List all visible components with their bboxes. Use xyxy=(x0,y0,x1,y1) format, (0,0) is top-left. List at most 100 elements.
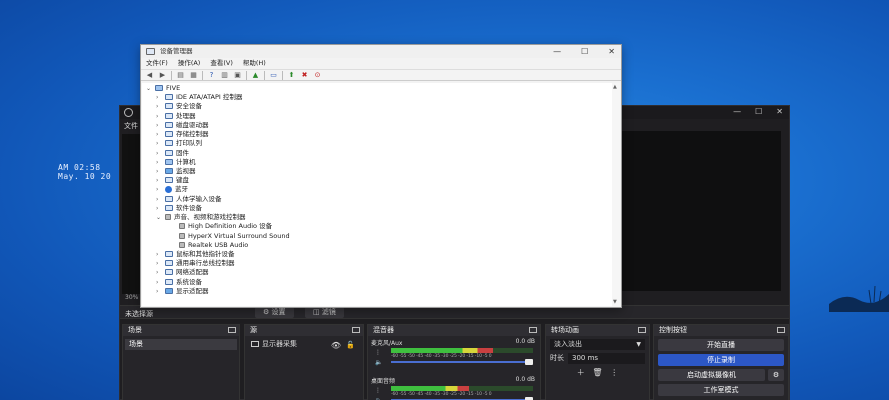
tree-node[interactable]: › 系统设备 xyxy=(156,278,202,287)
tree-node[interactable]: › 蓝牙 xyxy=(156,185,188,194)
help-icon[interactable]: ? xyxy=(207,71,216,80)
tree-node[interactable]: › 存储控制器 xyxy=(156,130,209,139)
tree-root[interactable]: ⌄ FIVE xyxy=(146,84,180,93)
chevron-right-icon[interactable]: › xyxy=(156,250,165,259)
scenes-dock: 场景 场景 xyxy=(122,324,240,400)
gear-icon[interactable]: ⚙ xyxy=(768,369,784,381)
stop-recording-button[interactable]: 停止录制 xyxy=(658,354,784,366)
kebab-menu-icon[interactable]: ⋮ xyxy=(375,387,381,394)
eye-icon[interactable]: 👁 xyxy=(331,340,341,351)
menu-action[interactable]: 操作(A) xyxy=(178,58,201,69)
tree-node[interactable]: › 鼠标和其他指针设备 xyxy=(156,250,235,259)
add-icon[interactable]: ＋ xyxy=(577,368,585,377)
chevron-right-icon[interactable]: › xyxy=(156,185,165,194)
tree-node[interactable]: › 通用串行总线控制器 xyxy=(156,259,235,268)
undock-icon[interactable] xyxy=(352,327,360,333)
tree-node[interactable]: ⌄ 声音、视频和游戏控制器 xyxy=(156,213,246,222)
update-driver-icon[interactable]: ▲ xyxy=(251,71,260,80)
chevron-right-icon[interactable]: › xyxy=(156,130,165,139)
menu-view[interactable]: 查看(V) xyxy=(210,58,233,69)
close-icon[interactable]: ✕ xyxy=(608,45,615,58)
chevron-right-icon[interactable]: › xyxy=(156,204,165,213)
obs-menu-file[interactable]: 文件 xyxy=(124,121,138,131)
tree-view-icon[interactable]: ▤ xyxy=(176,71,185,80)
tree-node[interactable]: High Definition Audio 设备 xyxy=(170,222,272,231)
tree-node[interactable]: › 打印队列 xyxy=(156,139,202,148)
scroll-up-icon[interactable]: ▲ xyxy=(613,84,617,90)
chevron-right-icon[interactable]: › xyxy=(156,149,165,158)
chevron-down-icon[interactable]: ⌄ xyxy=(146,84,155,93)
tree-node[interactable]: › 软件设备 xyxy=(156,204,202,213)
filters-button[interactable]: ◫ 滤镜 xyxy=(305,307,344,318)
start-virtual-camera-button[interactable]: 启动虚拟摄像机 xyxy=(658,369,765,381)
delete-icon[interactable]: 🗑 xyxy=(592,368,602,377)
chevron-right-icon[interactable]: › xyxy=(156,268,165,277)
volume-icon[interactable]: 🔈 xyxy=(375,359,382,366)
tree-node[interactable]: › 磁盘驱动器 xyxy=(156,121,209,130)
undock-icon[interactable] xyxy=(228,327,236,333)
mixer-channel-db: 0.0 dB xyxy=(515,338,535,345)
kebab-menu-icon[interactable]: ⋮ xyxy=(375,349,381,356)
undock-icon[interactable] xyxy=(529,327,537,333)
properties-icon[interactable]: ▦ xyxy=(189,71,198,80)
chevron-right-icon[interactable]: › xyxy=(156,102,165,111)
chevron-right-icon[interactable]: › xyxy=(156,167,165,176)
undock-icon[interactable] xyxy=(777,327,785,333)
chevron-right-icon[interactable]: › xyxy=(156,93,165,102)
forward-icon[interactable]: ▶ xyxy=(158,71,167,80)
maximize-icon[interactable]: ☐ xyxy=(581,45,588,58)
add-legacy-hardware-icon[interactable]: ⬆ xyxy=(287,71,296,80)
chevron-right-icon[interactable]: › xyxy=(156,278,165,287)
menu-help[interactable]: 帮助(H) xyxy=(243,58,266,69)
vertical-scrollbar[interactable]: ▲ ▼ xyxy=(612,83,620,306)
chevron-right-icon[interactable]: › xyxy=(156,139,165,148)
kebab-menu-icon[interactable]: ⋮ xyxy=(610,368,618,377)
chevron-right-icon[interactable]: › xyxy=(156,112,165,121)
close-icon[interactable]: ✕ xyxy=(776,107,783,116)
scene-item[interactable]: 场景 xyxy=(125,339,237,350)
minimize-icon[interactable]: — xyxy=(553,45,561,58)
tree-node[interactable]: › 人体学输入设备 xyxy=(156,195,222,204)
tree-node[interactable]: › 安全设备 xyxy=(156,102,202,111)
preview-canvas[interactable] xyxy=(621,131,781,291)
chevron-right-icon[interactable]: › xyxy=(156,121,165,130)
studio-mode-button[interactable]: 工作室模式 xyxy=(658,384,784,396)
maximize-icon[interactable]: ☐ xyxy=(755,107,762,116)
scan-hardware-icon[interactable]: ▭ xyxy=(269,71,278,80)
chevron-right-icon[interactable]: › xyxy=(156,195,165,204)
chevron-right-icon[interactable]: › xyxy=(156,287,165,296)
window-controls: — ☐ ✕ xyxy=(553,45,615,58)
tree-node[interactable]: › 显示适配器 xyxy=(156,287,209,296)
back-icon[interactable]: ◀ xyxy=(145,71,154,80)
disable-icon[interactable]: ⊙ xyxy=(313,71,322,80)
chevron-right-icon[interactable]: › xyxy=(156,176,165,185)
uninstall-icon[interactable]: ✖ xyxy=(300,71,309,80)
minimize-icon[interactable]: — xyxy=(733,107,741,116)
scroll-down-icon[interactable]: ▼ xyxy=(613,299,617,305)
toolbar-separator xyxy=(202,70,203,80)
source-item[interactable]: 显示器采集 👁 🔓 xyxy=(247,339,361,350)
volume-slider[interactable] xyxy=(391,359,533,365)
lock-icon[interactable]: 🔓 xyxy=(346,340,355,351)
tree-node[interactable]: › 处理器 xyxy=(156,112,196,121)
tree-node[interactable]: › 网络适配器 xyxy=(156,268,209,277)
tree-node[interactable]: › 固件 xyxy=(156,149,189,158)
volume-slider-knob[interactable] xyxy=(525,359,533,365)
tree-node[interactable]: › 键盘 xyxy=(156,176,189,185)
list-view-icon[interactable]: ▥ xyxy=(220,71,229,80)
menu-file[interactable]: 文件(F) xyxy=(146,58,168,69)
chevron-right-icon[interactable]: › xyxy=(156,158,165,167)
details-icon[interactable]: ▣ xyxy=(233,71,242,80)
chevron-down-icon[interactable]: ⌄ xyxy=(156,213,165,222)
properties-button[interactable]: ⚙ 设置 xyxy=(255,307,294,318)
tree-node[interactable]: HyperX Virtual Surround Sound xyxy=(170,232,290,241)
tree-node[interactable]: Realtek USB Audio xyxy=(170,241,248,250)
toolbar-separator xyxy=(246,70,247,80)
tree-node[interactable]: › 计算机 xyxy=(156,158,196,167)
chevron-right-icon[interactable]: › xyxy=(156,259,165,268)
transition-select[interactable]: 淡入淡出 ▼ xyxy=(550,339,645,350)
undock-icon[interactable] xyxy=(638,327,646,333)
start-streaming-button[interactable]: 开始直播 xyxy=(658,339,784,351)
tree-node[interactable]: › 监视器 xyxy=(156,167,196,176)
duration-input[interactable]: 300 ms xyxy=(568,353,645,364)
